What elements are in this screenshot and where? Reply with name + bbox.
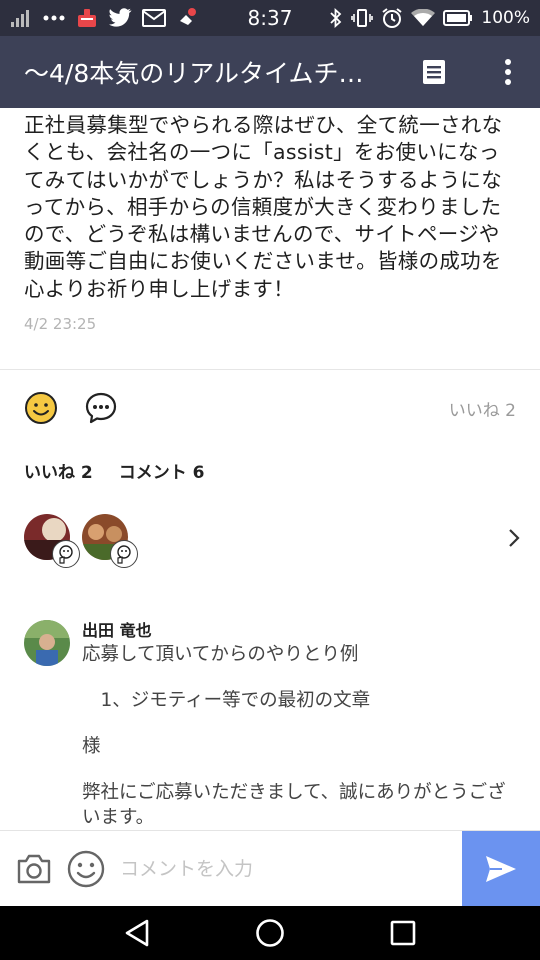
vibrate-icon xyxy=(351,8,374,28)
smiley-like-icon[interactable] xyxy=(24,391,58,425)
page-title: 〜4/8本気のリアルタイムチ… xyxy=(24,59,364,88)
send-button[interactable] xyxy=(462,831,540,907)
send-icon xyxy=(486,856,516,882)
alarm-icon xyxy=(381,7,403,29)
liker-avatar[interactable] xyxy=(24,514,80,568)
comment-line-break xyxy=(82,667,514,688)
comment-line: 弊社にご応募いただきまして、誠にありがとうございます。 xyxy=(82,782,506,828)
system-nav-bar xyxy=(0,906,540,960)
reaction-counts: いいね 2 コメント 6 xyxy=(24,458,205,483)
comment-line-break xyxy=(82,713,514,734)
status-left-icons xyxy=(10,7,329,29)
battery-icon xyxy=(443,10,473,26)
app-notification-icon xyxy=(76,7,98,29)
status-bar: 8:37 100% xyxy=(0,0,540,36)
more-dots-icon xyxy=(42,14,66,22)
like-summary: いいね 2 xyxy=(448,400,516,421)
app-bar: 〜4/8本気のリアルタイムチ… xyxy=(0,36,540,108)
divider xyxy=(0,369,540,370)
thumbs-up-icon xyxy=(52,540,80,568)
comment-body: 出田 竜也 応募して頂いてからのやりとり例 1、ジモティー等での最初の文章 様 … xyxy=(82,620,514,830)
post-content-area[interactable]: 正社員募集型でやられる際はぜひ、全て統一されなくとも、会社名の一つに「assis… xyxy=(0,108,540,830)
likes-count-tab[interactable]: いいね 2 xyxy=(24,458,93,483)
comment-input-bar xyxy=(0,830,540,907)
chevron-right-icon[interactable] xyxy=(504,523,524,553)
avatar[interactable] xyxy=(24,620,70,666)
bluetooth-icon xyxy=(329,8,343,28)
comments-count-tab[interactable]: コメント 6 xyxy=(119,458,205,483)
recent-apps-icon[interactable] xyxy=(383,913,423,953)
thumbs-up-icon xyxy=(110,540,138,568)
notification-icon xyxy=(176,7,198,29)
wifi-icon xyxy=(411,9,436,27)
mail-icon xyxy=(142,9,166,27)
status-right-icons: 100% xyxy=(329,7,530,29)
signal-icon xyxy=(10,9,32,27)
post-timestamp: 4/2 23:25 xyxy=(24,315,97,334)
comment-text: 応募して頂いてからのやりとり例 1、ジモティー等での最初の文章 様 弊社にご応募… xyxy=(82,642,514,830)
post-body: 正社員募集型でやられる際はぜひ、全て統一されなくとも、会社名の一つに「assis… xyxy=(24,113,503,301)
app-bar-actions xyxy=(416,54,526,90)
likers-list[interactable] xyxy=(24,512,524,568)
comment-line: 応募して頂いてからのやりとり例 xyxy=(82,644,359,665)
more-vertical-icon[interactable] xyxy=(490,54,526,90)
note-icon[interactable] xyxy=(416,54,452,90)
camera-icon[interactable] xyxy=(14,849,54,889)
comment-input[interactable] xyxy=(120,857,440,880)
liker-avatar[interactable] xyxy=(82,514,138,568)
twitter-icon xyxy=(108,8,132,28)
battery-percent: 100% xyxy=(481,8,530,28)
comment-line: 1、ジモティー等での最初の文章 xyxy=(82,690,371,711)
comment-bubble-icon[interactable] xyxy=(84,391,118,425)
emoji-icon[interactable] xyxy=(66,849,106,889)
comment-line-break xyxy=(82,759,514,780)
reaction-row: いいね 2 xyxy=(0,388,540,428)
comment-line: 様 xyxy=(82,736,101,757)
home-icon[interactable] xyxy=(250,913,290,953)
back-icon[interactable] xyxy=(117,913,157,953)
comment-author[interactable]: 出田 竜也 xyxy=(82,620,514,642)
